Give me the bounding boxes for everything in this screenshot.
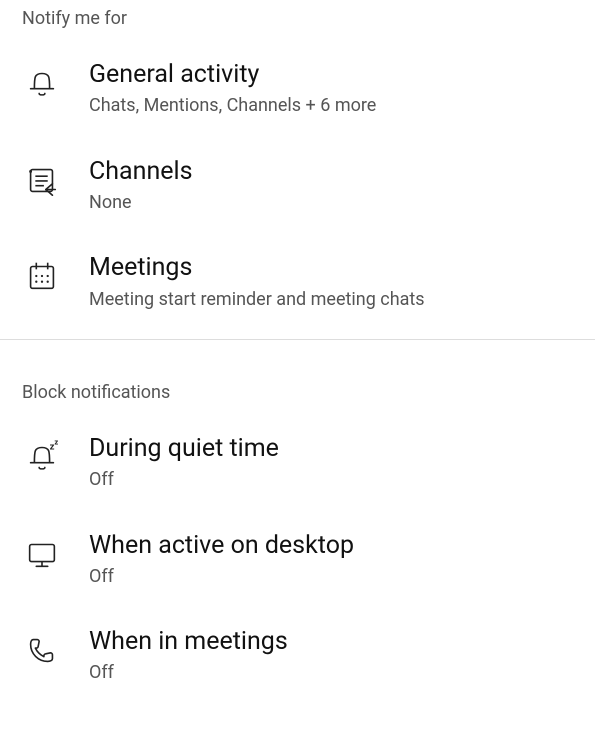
setting-item-channels[interactable]: Channels None: [0, 138, 595, 235]
item-title-quiet: During quiet time: [89, 433, 279, 464]
item-subtitle-desktop: Off: [89, 565, 354, 588]
item-title-desktop: When active on desktop: [89, 530, 354, 561]
section-header-block: Block notifications: [0, 340, 595, 415]
section-header-notify: Notify me for: [0, 0, 595, 41]
setting-item-in-meetings[interactable]: When in meetings Off: [0, 608, 595, 705]
calendar-icon: [22, 256, 62, 296]
quiet-bell-icon: z z: [22, 437, 62, 477]
item-subtitle-in-meetings: Off: [89, 661, 288, 684]
svg-text:z: z: [54, 438, 58, 447]
setting-item-quiet-time[interactable]: z z During quiet time Off: [0, 415, 595, 512]
setting-item-active-desktop[interactable]: When active on desktop Off: [0, 512, 595, 609]
setting-item-general-activity[interactable]: General activity Chats, Mentions, Channe…: [0, 41, 595, 138]
item-title-in-meetings: When in meetings: [89, 626, 288, 657]
phone-icon: [22, 630, 62, 670]
bell-icon: [22, 63, 62, 103]
channels-icon: [22, 160, 62, 200]
item-subtitle-meetings: Meeting start reminder and meeting chats: [89, 288, 425, 311]
item-subtitle-quiet: Off: [89, 468, 279, 491]
desktop-icon: [22, 534, 62, 574]
setting-item-meetings[interactable]: Meetings Meeting start reminder and meet…: [0, 234, 595, 331]
item-subtitle-channels: None: [89, 191, 193, 214]
item-title-channels: Channels: [89, 156, 193, 187]
item-title-meetings: Meetings: [89, 252, 425, 283]
item-title-general: General activity: [89, 59, 376, 90]
item-subtitle-general: Chats, Mentions, Channels + 6 more: [89, 94, 376, 117]
